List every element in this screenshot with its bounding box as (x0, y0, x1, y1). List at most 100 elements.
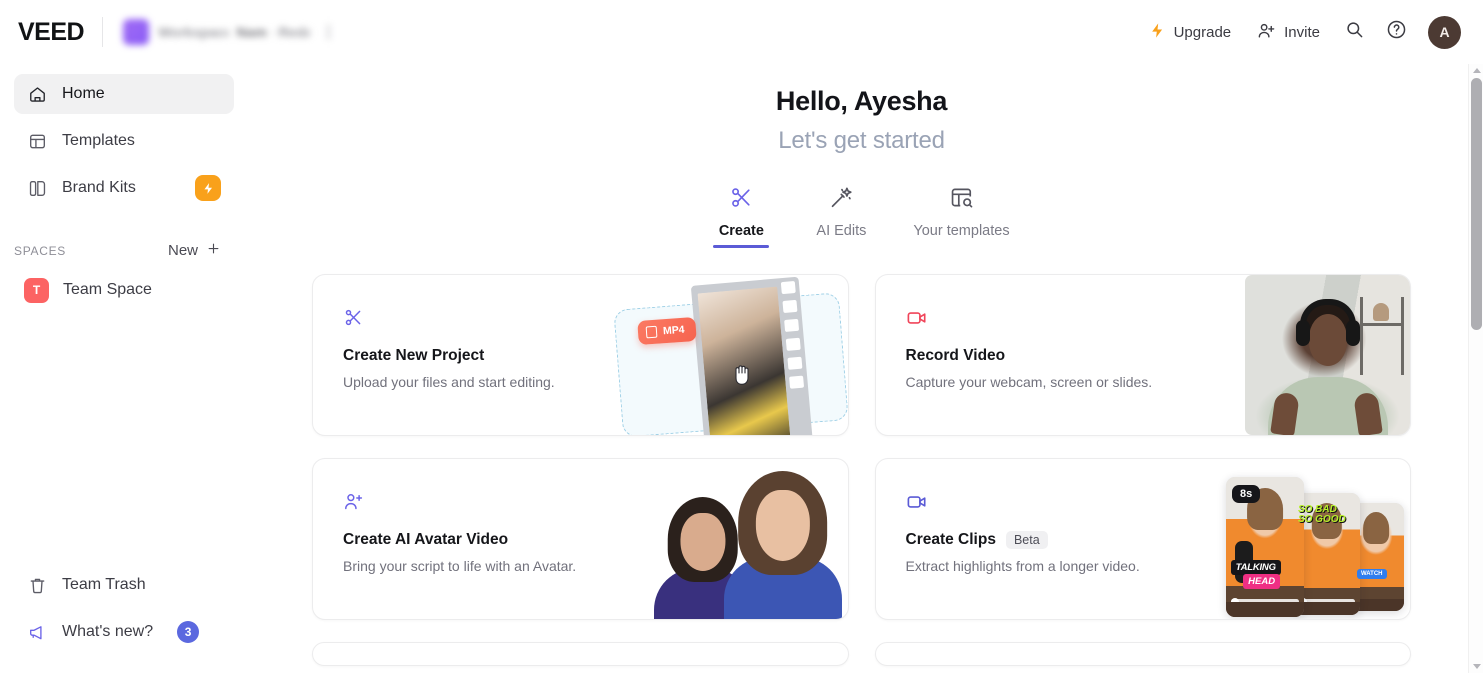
headphone-cup-right (1345, 320, 1360, 347)
card-record-video-body: Record Video Capture your webcam, screen… (876, 275, 1207, 390)
card-title: Create AI Avatar Video (343, 531, 509, 548)
card-create-clips[interactable]: Create Clips Beta Extract highlights fro… (874, 458, 1411, 620)
sidebar: Home Templates Brand Kits SPACES New T T… (0, 64, 248, 673)
brand-kits-upgrade-badge[interactable] (195, 175, 221, 201)
film-strip-illustration (690, 276, 813, 435)
help-circle-icon (1386, 19, 1407, 45)
card-create-ai-avatar-video[interactable]: Create AI Avatar Video Bring your script… (312, 458, 849, 620)
plus-icon (206, 241, 221, 260)
scissors-icon (343, 307, 644, 329)
spaces-label: SPACES (14, 243, 66, 258)
card-subtitle: Capture your webcam, screen or slides. (905, 374, 1153, 390)
home-icon (27, 84, 47, 104)
sidebar-item-home[interactable]: Home (14, 74, 234, 114)
grab-cursor-icon (730, 361, 754, 392)
new-space-label: New (167, 242, 198, 259)
action-card-grid: Create New Project Upload your files and… (312, 274, 1411, 666)
clip-caption-blue: WATCH (1356, 568, 1387, 579)
page-title: Hello, Ayesha (775, 86, 948, 116)
body-wrapper: Home Templates Brand Kits SPACES New T T… (0, 64, 1483, 673)
video-camera-icon (906, 491, 1207, 513)
card-record-video[interactable]: Record Video Capture your webcam, screen… (874, 274, 1411, 436)
sidebar-item-brand-kits-label: Brand Kits (62, 179, 136, 196)
card-title: Create Clips (905, 531, 996, 548)
scrollbar-thumb[interactable] (1471, 78, 1482, 330)
tab-ai-edits-label: AI Edits (816, 223, 867, 239)
card-subtitle: Bring your script to life with an Avatar… (343, 558, 577, 574)
clip-caption-head: HEAD (1243, 574, 1281, 589)
card-create-new-project-body: Create New Project Upload your files and… (313, 275, 644, 390)
brand-area: VEED Workspace Name Redacted (16, 15, 338, 49)
header-actions: Upgrade Invite A (1138, 13, 1461, 51)
team-space-avatar: T (24, 277, 49, 303)
brand-kits-icon (27, 178, 47, 198)
chevron-up-icon (1472, 68, 1481, 73)
webcam-photo (1245, 275, 1410, 435)
sidebar-item-brand-kits[interactable]: Brand Kits (14, 168, 234, 208)
tab-ai-edits[interactable]: AI Edits (813, 183, 869, 248)
beta-badge: Beta (1005, 531, 1048, 549)
search-button[interactable] (1335, 13, 1373, 51)
tab-create[interactable]: Create (713, 183, 770, 248)
user-avatar[interactable]: A (1428, 15, 1461, 49)
team-space-label: Team Space (63, 281, 152, 298)
card-create-ai-avatar-video-body: Create AI Avatar Video Bring your script… (313, 459, 644, 574)
sidebar-item-templates[interactable]: Templates (14, 121, 234, 161)
workspace-name: Workspace Name Redacted (158, 24, 319, 40)
card-title: Record Video (905, 347, 1006, 364)
scissors-icon (729, 183, 754, 211)
upgrade-label: Upgrade (1173, 23, 1232, 41)
main-scrollbar[interactable] (1468, 64, 1483, 673)
headphone-cup-left (1295, 320, 1310, 347)
invite-button[interactable]: Invite (1246, 13, 1331, 51)
sidebar-item-team-trash[interactable]: Team Trash (14, 565, 234, 605)
bolt-icon (1149, 22, 1166, 43)
magic-wand-icon (829, 183, 854, 211)
team-trash-label: Team Trash (62, 576, 146, 593)
video-camera-icon (906, 307, 1207, 329)
workspace-selector[interactable]: Workspace Name Redacted (119, 15, 338, 49)
header-divider (102, 17, 104, 47)
card-create-new-project[interactable]: Create New Project Upload your files and… (312, 274, 849, 436)
trash-icon (27, 575, 47, 595)
person-plus-icon (1257, 21, 1276, 44)
card-create-clips-title-row: Create Clips Beta (906, 531, 1207, 549)
sidebar-item-templates-label: Templates (62, 132, 135, 149)
clip-caption-green: SO BAD SO GOOD (1297, 504, 1346, 526)
card-record-video-title-row: Record Video (906, 347, 1207, 365)
search-icon (1345, 20, 1364, 44)
template-search-icon (949, 183, 974, 211)
clip-thumbnail-1: 8s TALKING HEAD (1226, 477, 1304, 617)
sidebar-item-team-space[interactable]: T Team Space (14, 270, 234, 310)
card-peek-right[interactable] (874, 642, 1411, 666)
tab-bar: Create AI Edits Your templates (312, 183, 1411, 248)
help-button[interactable] (1377, 13, 1415, 51)
card-subtitle: Extract highlights from a longer video. (905, 558, 1140, 574)
tab-create-label: Create (718, 223, 764, 239)
whats-new-count-badge: 3 (177, 621, 200, 643)
clip-duration-badge: 8s (1232, 485, 1261, 503)
veed-dashboard: VEED Workspace Name Redacted Upgrade (0, 0, 1483, 673)
invite-label: Invite (1284, 23, 1320, 41)
scroll-up-arrow-button[interactable] (1469, 64, 1483, 77)
upgrade-button[interactable]: Upgrade (1138, 13, 1243, 51)
main-content: Hello, Ayesha Let's get started Create A… (248, 64, 1483, 673)
veed-logo[interactable]: VEED (16, 18, 85, 47)
top-header: VEED Workspace Name Redacted Upgrade (0, 0, 1483, 64)
tab-your-templates[interactable]: Your templates (913, 183, 1010, 248)
scroll-down-arrow-button[interactable] (1469, 660, 1483, 673)
clip-caption-talking: TALKING (1230, 560, 1281, 575)
chevron-down-icon (1472, 664, 1481, 669)
sidebar-bottom: Team Trash What's new? 3 (14, 565, 234, 673)
workspace-avatar (123, 19, 150, 45)
card-create-ai-avatar-video-title-row: Create AI Avatar Video (343, 531, 644, 549)
sidebar-item-whats-new[interactable]: What's new? 3 (14, 612, 234, 652)
main-inner: Hello, Ayesha Let's get started Create A… (248, 64, 1483, 666)
sidebar-item-home-label: Home (62, 85, 105, 102)
card-create-new-project-title-row: Create New Project (343, 347, 644, 365)
page-subtitle: Let's get started (778, 127, 945, 154)
card-peek-left[interactable] (312, 642, 849, 666)
new-space-button[interactable]: New (168, 241, 221, 260)
avatar-person-front (723, 471, 842, 619)
file-icon (645, 325, 658, 339)
